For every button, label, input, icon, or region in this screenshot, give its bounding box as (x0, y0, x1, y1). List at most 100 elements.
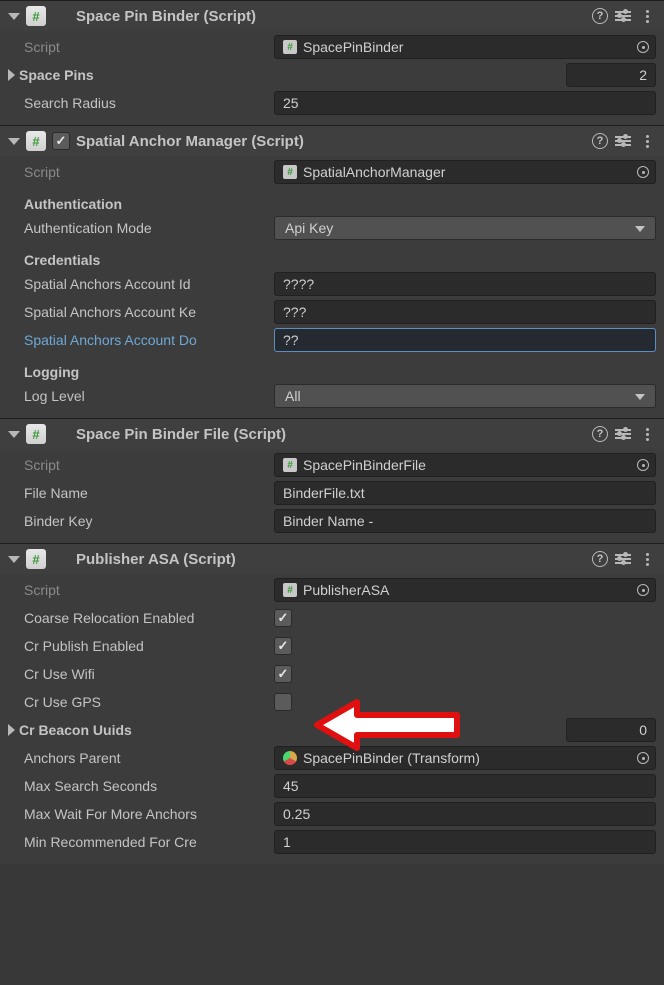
object-field[interactable]: #PublisherASA (274, 578, 656, 602)
text-field[interactable] (274, 91, 656, 115)
text-input[interactable] (283, 834, 647, 850)
property-label: Script (24, 39, 270, 55)
script-mini-icon: # (283, 583, 297, 597)
object-field[interactable]: #SpacePinBinderFile (274, 453, 656, 477)
array-fold-icon[interactable] (8, 724, 15, 736)
text-field[interactable] (274, 481, 656, 505)
text-input[interactable] (283, 513, 647, 529)
text-input[interactable] (283, 304, 647, 320)
context-menu-icon[interactable] (638, 7, 656, 25)
property-row: Binder Key (8, 507, 656, 535)
array-size-field[interactable]: 0 (566, 718, 656, 742)
context-menu-icon[interactable] (638, 550, 656, 568)
object-picker-icon[interactable] (637, 459, 649, 471)
component-enable-checkbox[interactable] (52, 132, 70, 150)
transform-mini-icon (283, 751, 297, 765)
object-picker-icon[interactable] (637, 584, 649, 596)
fold-toggle-icon[interactable] (8, 431, 20, 438)
text-field[interactable] (274, 300, 656, 324)
dropdown-value: All (285, 388, 301, 404)
property-label: Authentication Mode (24, 220, 270, 236)
text-input[interactable] (283, 778, 647, 794)
checkbox[interactable] (274, 609, 292, 627)
checkbox[interactable] (274, 637, 292, 655)
fold-toggle-icon[interactable] (8, 13, 20, 20)
fold-toggle-icon[interactable] (8, 556, 20, 563)
property-row: Script # SpacePinBinder (8, 33, 656, 61)
checkbox[interactable] (274, 693, 292, 711)
property-row: Spatial Anchors Account Id (8, 270, 656, 298)
object-field-text: SpatialAnchorManager (303, 164, 445, 180)
property-row: Cr Use GPS (8, 688, 656, 716)
object-field[interactable]: # SpacePinBinder (274, 35, 656, 59)
text-field[interactable] (274, 328, 656, 352)
text-field[interactable] (274, 509, 656, 533)
script-mini-icon: # (283, 40, 297, 54)
object-field[interactable]: SpacePinBinder (Transform) (274, 746, 656, 770)
property-row: Max Wait For More Anchors (8, 800, 656, 828)
property-label: Cr Use Wifi (24, 666, 270, 682)
checkbox[interactable] (274, 665, 292, 683)
text-input[interactable] (283, 95, 647, 111)
object-field-text: SpacePinBinder (303, 39, 403, 55)
property-label: Spatial Anchors Account Do (24, 332, 270, 348)
preset-icon[interactable] (614, 550, 632, 568)
property-label: Min Recommended For Cre (24, 834, 270, 850)
property-row: Script#SpacePinBinderFile (8, 451, 656, 479)
text-field[interactable] (274, 802, 656, 826)
text-input[interactable] (283, 332, 647, 348)
preset-icon[interactable] (614, 7, 632, 25)
object-field[interactable]: # SpatialAnchorManager (274, 160, 656, 184)
script-mini-icon: # (283, 165, 297, 179)
help-icon[interactable]: ? (592, 551, 608, 567)
dropdown[interactable]: All (274, 384, 656, 408)
component-body: Script#SpacePinBinderFile File Name Binder… (0, 449, 664, 543)
property-row: Max Search Seconds (8, 772, 656, 800)
array-size-field[interactable]: 2 (566, 63, 656, 87)
preset-icon[interactable] (614, 132, 632, 150)
section-heading: Logging (8, 364, 656, 380)
property-row: Authentication Mode Api Key (8, 214, 656, 242)
property-row: Spatial Anchors Account Ke (8, 298, 656, 326)
component-header[interactable]: # Space Pin Binder (Script)? (0, 1, 664, 31)
help-icon[interactable]: ? (592, 8, 608, 24)
component-header[interactable]: #Spatial Anchor Manager (Script)? (0, 126, 664, 156)
component-header[interactable]: #Space Pin Binder File (Script)? (0, 419, 664, 449)
preset-icon[interactable] (614, 425, 632, 443)
array-fold-icon[interactable] (8, 69, 15, 81)
help-icon[interactable]: ? (592, 426, 608, 442)
property-label: File Name (24, 485, 270, 501)
property-row: Script#PublisherASA (8, 576, 656, 604)
dropdown-value: Api Key (285, 220, 333, 236)
property-label: Spatial Anchors Account Ke (24, 304, 270, 320)
fold-toggle-icon[interactable] (8, 138, 20, 145)
context-menu-icon[interactable] (638, 132, 656, 150)
property-label: Cr Use GPS (24, 694, 270, 710)
component-title: Space Pin Binder File (Script) (76, 426, 586, 443)
text-input[interactable] (283, 806, 647, 822)
object-picker-icon[interactable] (637, 752, 649, 764)
object-picker-icon[interactable] (637, 166, 649, 178)
script-mini-icon: # (283, 458, 297, 472)
text-field[interactable] (274, 830, 656, 854)
script-icon: # (26, 549, 46, 569)
text-input[interactable] (283, 485, 647, 501)
help-icon[interactable]: ? (592, 133, 608, 149)
component-body: Script#PublisherASACoarse Relocation Ena… (0, 574, 664, 864)
text-field[interactable] (274, 774, 656, 798)
component-title: Publisher ASA (Script) (76, 551, 586, 568)
context-menu-icon[interactable] (638, 425, 656, 443)
component-body: Script#SpacePinBinderSpace Pins2Search R… (0, 31, 664, 125)
component: #Spatial Anchor Manager (Script)?Script#… (0, 125, 664, 418)
component-title: Space Pin Binder (Script) (76, 8, 586, 25)
text-input[interactable] (283, 276, 647, 292)
component-header[interactable]: # Publisher ASA (Script)? (0, 544, 664, 574)
text-field[interactable] (274, 272, 656, 296)
property-label: Max Search Seconds (24, 778, 270, 794)
object-picker-icon[interactable] (637, 41, 649, 53)
property-row: Script#SpatialAnchorManager (8, 158, 656, 186)
dropdown[interactable]: Api Key (274, 216, 656, 240)
property-row: Spatial Anchors Account Do (8, 326, 656, 354)
property-label: Spatial Anchors Account Id (24, 276, 270, 292)
script-icon: # (26, 6, 46, 26)
